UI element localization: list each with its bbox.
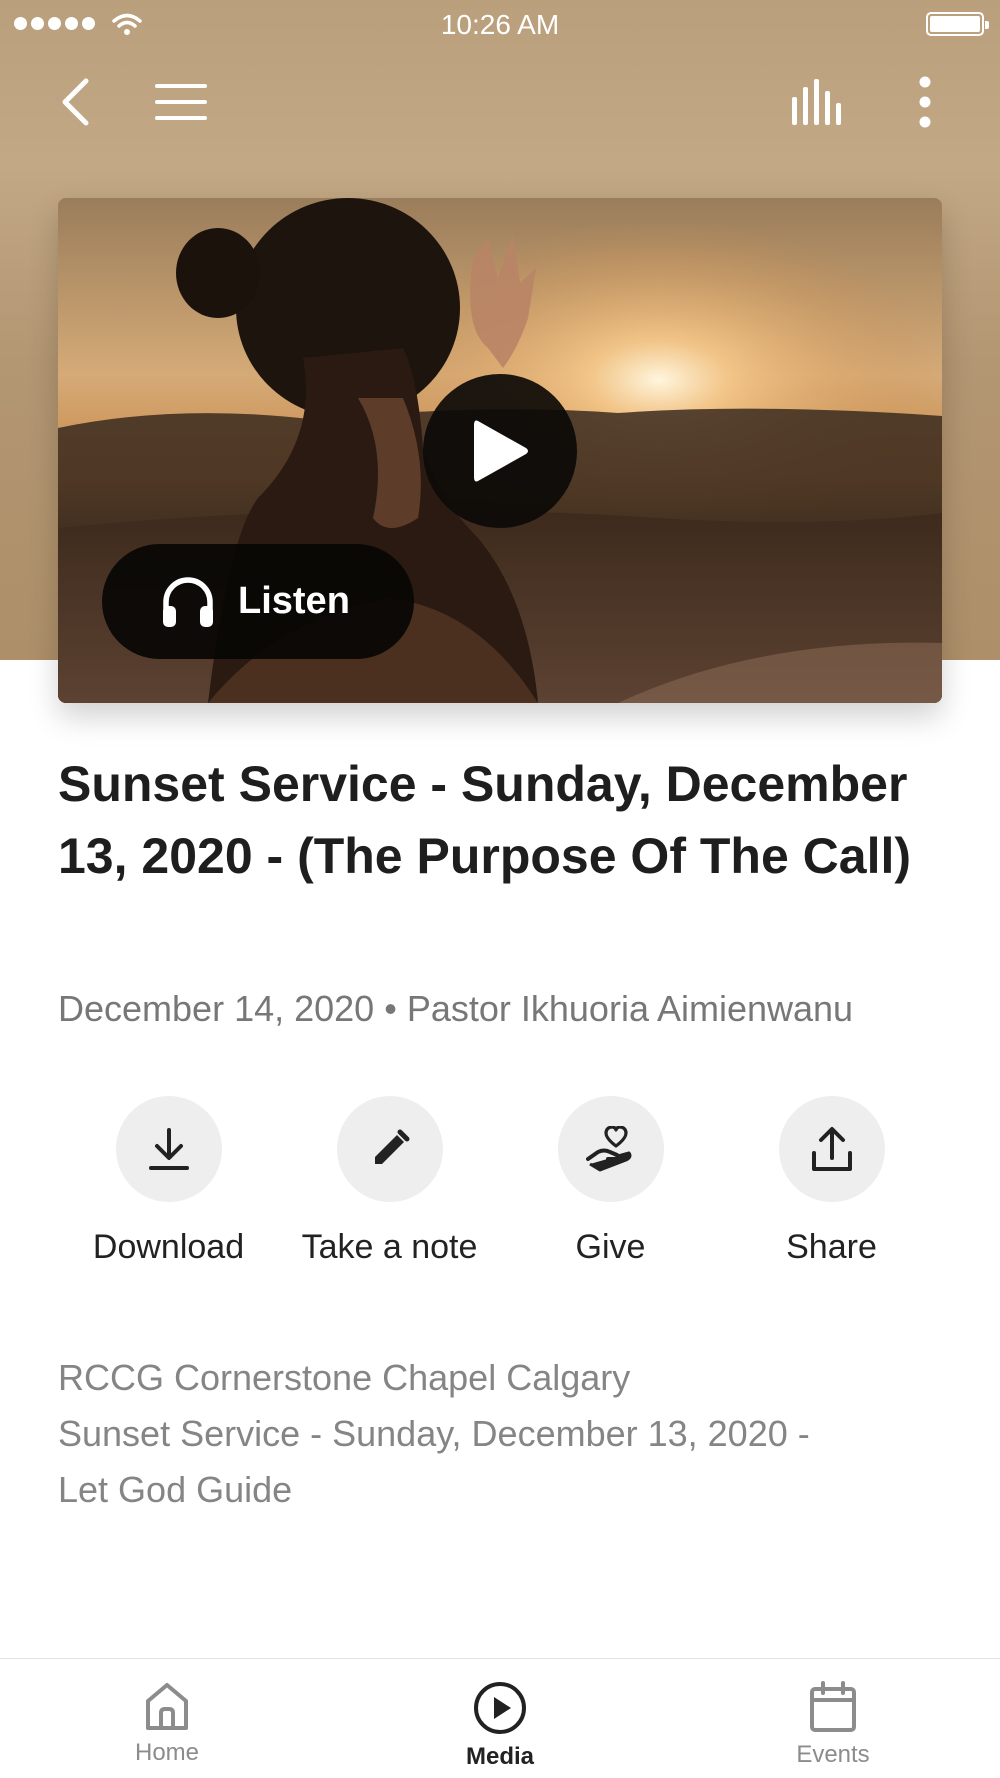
share-circle — [778, 1096, 885, 1202]
vertical-dots-icon — [919, 76, 931, 128]
tab-media[interactable]: Media — [400, 1659, 600, 1778]
tab-home-label: Home — [134, 1739, 200, 1766]
status-time: 10:26 AM — [440, 9, 560, 40]
take-note-circle — [336, 1096, 443, 1202]
description-line-3: Let God Guide — [58, 1469, 293, 1510]
give-circle — [557, 1096, 664, 1202]
share-icon — [811, 1127, 852, 1171]
action-row: Download Take a note Give Share — [58, 1096, 942, 1276]
media-thumbnail[interactable]: Listen — [58, 198, 942, 703]
give-heart-hand-icon — [585, 1126, 631, 1172]
listen-button[interactable]: Listen — [102, 544, 414, 659]
meta-separator: • — [384, 988, 397, 1029]
give-label: Give — [575, 1228, 646, 1266]
more-options-button[interactable] — [890, 62, 960, 142]
audio-bars-button[interactable] — [780, 62, 856, 142]
home-icon — [146, 1683, 188, 1730]
sermon-description: RCCG Cornerstone Chapel Calgary Sunset S… — [58, 1350, 938, 1518]
take-note-label: Take a note — [301, 1228, 478, 1266]
play-circle-icon — [474, 1682, 526, 1734]
share-button[interactable]: Share — [721, 1096, 942, 1276]
status-bar: 10:26 AM — [0, 0, 1000, 50]
play-button[interactable] — [423, 374, 577, 528]
play-icon — [474, 420, 528, 482]
download-icon — [148, 1128, 189, 1170]
description-line-2: Sunset Service - Sunday, December 13, 20… — [58, 1413, 810, 1454]
tab-events-label: Events — [796, 1741, 870, 1768]
download-circle — [115, 1096, 222, 1202]
give-button[interactable]: Give — [500, 1096, 721, 1276]
sermon-speaker: Pastor Ikhuoria Aimienwanu — [406, 988, 854, 1029]
sermon-meta: December 14, 2020 • Pastor Ikhuoria Aimi… — [58, 988, 958, 1030]
battery-icon — [926, 12, 989, 36]
calendar-icon — [810, 1681, 856, 1732]
hamburger-menu-icon — [155, 84, 207, 120]
download-label: Download — [92, 1228, 245, 1266]
tab-media-label: Media — [465, 1743, 534, 1770]
pencil-icon — [374, 1129, 409, 1164]
tab-home[interactable]: Home — [67, 1659, 267, 1778]
take-note-button[interactable]: Take a note — [279, 1096, 500, 1276]
headphones-icon — [163, 576, 213, 627]
tab-bar: Home Media Events — [0, 1658, 1000, 1778]
listen-label: Listen — [238, 580, 350, 622]
audio-bars-icon — [792, 79, 841, 125]
chevron-left-icon — [62, 78, 89, 126]
download-button[interactable]: Download — [58, 1096, 279, 1276]
description-line-1: RCCG Cornerstone Chapel Calgary — [58, 1357, 631, 1398]
menu-button[interactable] — [140, 62, 222, 142]
share-label: Share — [786, 1228, 877, 1266]
tab-events[interactable]: Events — [733, 1659, 933, 1778]
sermon-date: December 14, 2020 — [58, 988, 375, 1029]
back-button[interactable] — [40, 62, 110, 142]
sermon-title: Sunset Service - Sunday, December 13, 20… — [58, 756, 912, 884]
